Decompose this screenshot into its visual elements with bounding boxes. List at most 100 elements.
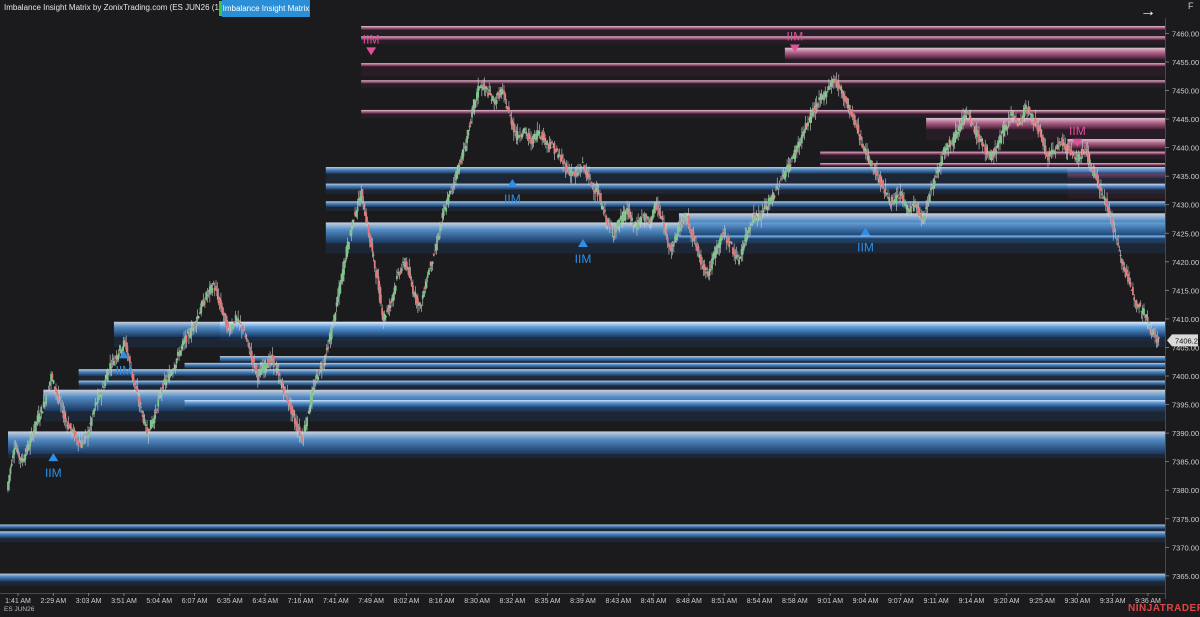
candle-body xyxy=(972,123,974,125)
candle-body xyxy=(88,429,91,436)
candle-body xyxy=(906,208,909,211)
candle-body xyxy=(578,170,580,172)
candle-body xyxy=(745,234,748,242)
time-tick-label: 9:14 AM xyxy=(959,598,985,605)
candle-body xyxy=(248,342,251,349)
candle-body xyxy=(882,180,884,189)
candle-body xyxy=(7,482,9,491)
candle-body xyxy=(661,218,664,220)
bull-zone-shade xyxy=(0,538,1165,543)
candle-body xyxy=(829,88,832,90)
candle-body xyxy=(554,150,557,153)
candle-body xyxy=(1113,229,1116,231)
bull-zone-shade xyxy=(78,376,1165,381)
bull-zone-shade xyxy=(325,173,1165,184)
candle-body xyxy=(1077,152,1080,162)
bear-signal-label: IIM xyxy=(787,30,804,44)
candle-body xyxy=(728,243,731,248)
candle-body xyxy=(682,217,685,220)
candle-body xyxy=(361,189,364,197)
candle-body xyxy=(108,371,110,373)
candle-body xyxy=(313,388,316,389)
candle-body xyxy=(80,440,83,448)
candle-body xyxy=(1054,151,1057,154)
candle-body xyxy=(384,316,387,318)
candle-body xyxy=(872,168,875,171)
candle-body xyxy=(910,206,913,209)
candle-body xyxy=(431,261,434,265)
candle-body xyxy=(600,200,603,206)
price-axis[interactable]: 7365.00 7370.00 7375.00 7380.00 7385.00 7390.… xyxy=(1165,18,1200,600)
candle-body xyxy=(739,257,742,259)
side-panel-label[interactable]: F xyxy=(1188,1,1194,11)
time-tick-label: 8:35 AM xyxy=(535,598,561,605)
candle-body xyxy=(860,136,862,141)
candle-body xyxy=(44,403,46,405)
arrow-right-icon[interactable]: → xyxy=(1138,2,1158,22)
time-tick-label: 9:07 AM xyxy=(888,598,914,605)
bull-signal-label: IIM xyxy=(116,363,133,377)
candle-body xyxy=(1125,269,1128,273)
candle-body xyxy=(437,236,440,240)
candle-body xyxy=(884,186,887,191)
candle-body xyxy=(591,184,594,186)
candle-body xyxy=(272,355,275,367)
candle-body xyxy=(148,428,151,432)
candle-body xyxy=(639,217,642,223)
candle-body xyxy=(158,393,161,398)
candle-body xyxy=(445,207,448,212)
candle-body xyxy=(439,226,441,232)
bull-zone xyxy=(78,369,1165,377)
candle-body xyxy=(1112,225,1115,233)
candle-body xyxy=(373,260,376,268)
time-tick-label: 9:04 AM xyxy=(853,598,879,605)
candle-body xyxy=(172,370,174,374)
candle-body xyxy=(485,88,488,90)
time-tick-label: 7:49 AM xyxy=(358,598,384,605)
bull-zone xyxy=(325,183,1165,190)
time-tick-label: 8:32 AM xyxy=(500,598,526,605)
candle-body xyxy=(1122,261,1124,266)
candle-body xyxy=(104,379,107,386)
candle-body xyxy=(138,396,141,406)
candle-body xyxy=(681,221,684,226)
candle-body xyxy=(498,92,500,99)
candle-body xyxy=(1118,250,1121,252)
time-tick-label: 5:04 AM xyxy=(146,598,172,605)
price-chart[interactable]: IIMIIMIIMIIMIIMIIM IIMIIM 7365.007370.007… xyxy=(0,0,1200,617)
candle-body xyxy=(46,392,49,394)
candle-body xyxy=(165,381,168,382)
candle-body xyxy=(229,330,232,332)
candle-body xyxy=(144,424,147,426)
candle-body xyxy=(807,122,809,127)
time-tick-label: 2:29 AM xyxy=(40,598,66,605)
candle-body xyxy=(788,165,791,170)
candle-body xyxy=(387,307,390,311)
candle-body xyxy=(1075,158,1078,160)
candle-body xyxy=(356,206,359,212)
candle-body xyxy=(488,89,491,92)
candle-body xyxy=(237,318,240,322)
candle-body xyxy=(914,203,916,207)
candle-body xyxy=(780,179,782,181)
candle-body xyxy=(103,386,105,388)
candle-body xyxy=(16,448,19,454)
chart-header: Imbalance Insight Matrix by ZonixTrading… xyxy=(0,0,1200,20)
price-tick-label: 7455.00 xyxy=(1172,58,1199,67)
time-tick-label: 8:30 AM xyxy=(464,598,490,605)
candle-body xyxy=(380,294,382,304)
candle-body xyxy=(12,455,14,459)
last-price-label: 7406.25 xyxy=(1175,336,1200,345)
candle-body xyxy=(784,170,787,177)
candle-body xyxy=(136,386,139,393)
candle-body xyxy=(243,330,246,332)
candle-body xyxy=(1031,113,1033,120)
candle-body xyxy=(197,316,200,318)
candle-body xyxy=(487,92,489,97)
candle-body xyxy=(777,188,780,190)
candle-body xyxy=(610,225,612,229)
candle-body xyxy=(324,357,327,360)
indicator-tab[interactable]: Imbalance Insight Matrix xyxy=(222,0,310,17)
candle-body xyxy=(1058,141,1060,144)
bull-zone-shade xyxy=(325,207,1165,212)
